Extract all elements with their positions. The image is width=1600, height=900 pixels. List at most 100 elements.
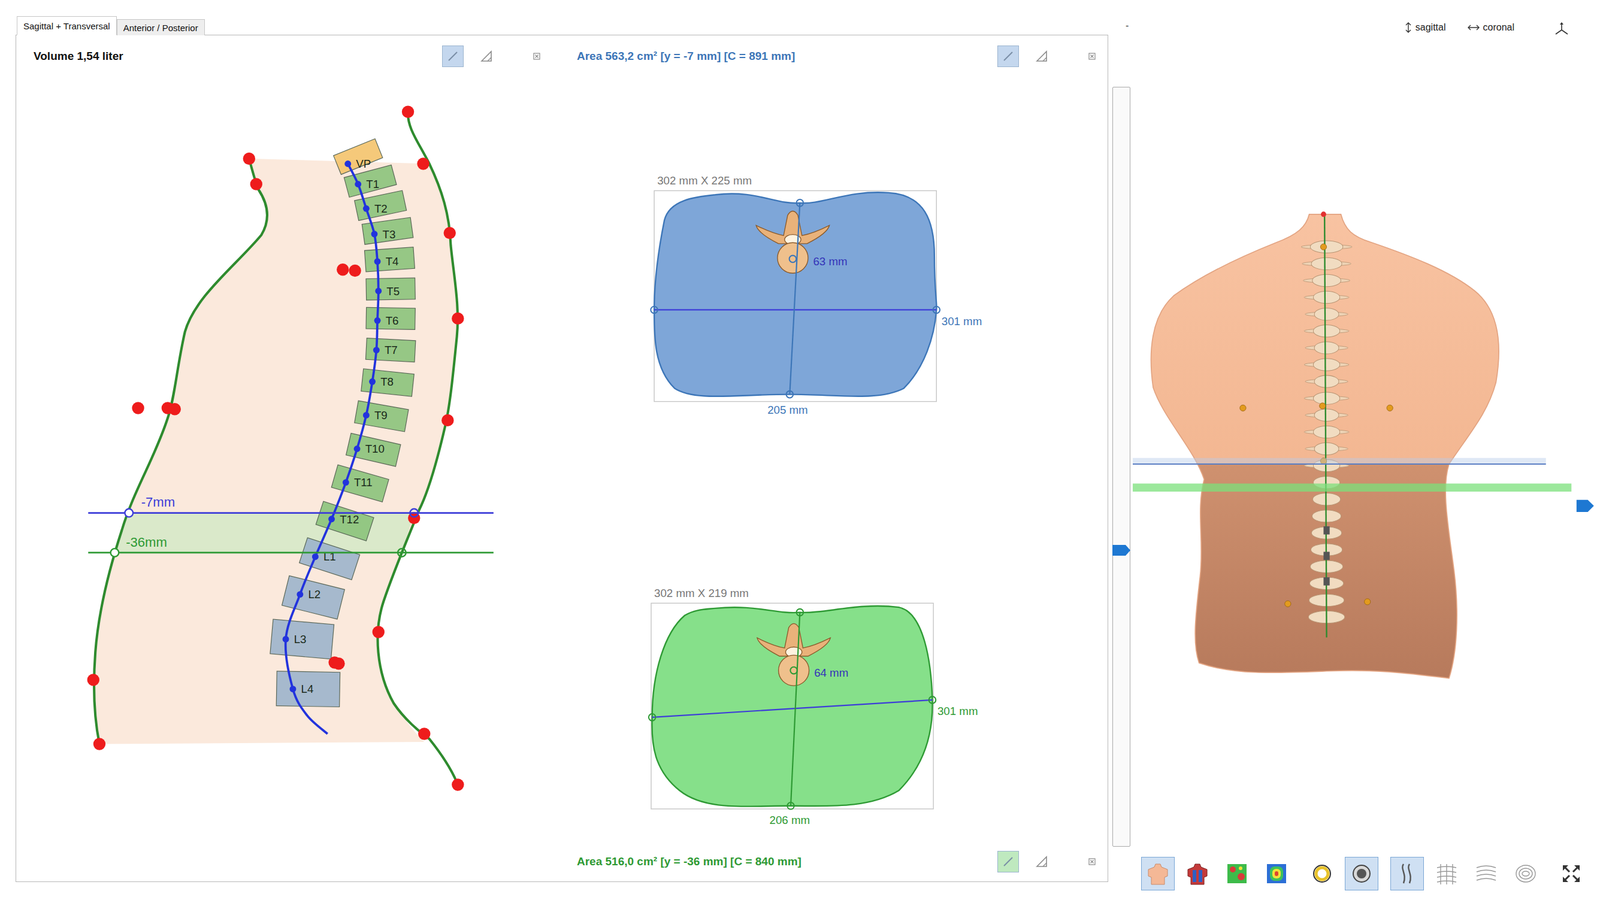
- measure-handle[interactable]: [786, 391, 794, 399]
- vertebra-point[interactable]: [312, 553, 319, 561]
- display-mode-button[interactable]: [1508, 857, 1543, 891]
- vertebra-point[interactable]: [328, 515, 335, 523]
- axes-button[interactable]: [1553, 20, 1571, 38]
- measure-handle[interactable]: [929, 696, 937, 704]
- cut-line[interactable]: [88, 512, 494, 514]
- landmark-point[interactable]: [451, 312, 464, 325]
- vertebra-box[interactable]: [270, 619, 335, 659]
- vertebra-point[interactable]: [344, 160, 352, 168]
- torso-model[interactable]: [1151, 214, 1500, 679]
- cut-handle[interactable]: [397, 548, 407, 558]
- view-toggle[interactable]: sagittal: [1401, 20, 1450, 35]
- measure-handle[interactable]: [790, 667, 798, 675]
- measure-handle[interactable]: [648, 714, 656, 722]
- top-cut-line[interactable]: [1132, 463, 1547, 465]
- landmark-point[interactable]: [332, 657, 345, 670]
- landmark-point[interactable]: [93, 738, 106, 750]
- view-tool-button[interactable]: [1030, 851, 1053, 873]
- landmark-point[interactable]: [336, 263, 349, 276]
- vertebra-box[interactable]: [361, 369, 414, 397]
- level-slider[interactable]: [1109, 61, 1133, 848]
- landmark-point[interactable]: [1386, 404, 1393, 411]
- measure-handle[interactable]: [789, 255, 797, 263]
- measure-handle[interactable]: [796, 609, 804, 617]
- view-tool-button[interactable]: [475, 45, 498, 68]
- vertebra-point[interactable]: [289, 685, 297, 693]
- landmark-point[interactable]: [1319, 403, 1326, 410]
- display-mode-button[interactable]: [1469, 857, 1503, 891]
- view-toggle[interactable]: coronal: [1464, 20, 1518, 35]
- vertebra-point[interactable]: [342, 479, 350, 486]
- measure-handle[interactable]: [932, 306, 940, 314]
- cut-handle[interactable]: [110, 548, 120, 558]
- landmark-point[interactable]: [250, 177, 263, 190]
- cut-plane[interactable]: -36mm: [88, 534, 494, 558]
- display-mode-button[interactable]: [1390, 857, 1424, 891]
- vertebra-point[interactable]: [373, 346, 380, 354]
- vertebra-box[interactable]: [282, 575, 346, 620]
- close-view-button[interactable]: [1084, 854, 1100, 870]
- vertebra-point[interactable]: [369, 378, 376, 386]
- landmark-point[interactable]: [1364, 599, 1371, 606]
- landmark-point[interactable]: [372, 625, 385, 638]
- vertebra-point[interactable]: [374, 317, 381, 325]
- display-mode-button[interactable]: [1305, 857, 1339, 891]
- landmark-point[interactable]: [1284, 600, 1291, 607]
- bottom-cut-plane[interactable]: [1132, 483, 1572, 492]
- vertebra-box[interactable]: [366, 307, 416, 330]
- landmark-point[interactable]: [1239, 404, 1246, 411]
- vertebra-box[interactable]: [365, 338, 416, 363]
- plane-marker[interactable]: [1576, 500, 1595, 513]
- landmark-point[interactable]: [401, 106, 414, 119]
- vertebra-point[interactable]: [363, 412, 370, 419]
- cut-plane[interactable]: -7mm: [88, 494, 494, 517]
- vertebra-point[interactable]: [282, 636, 290, 643]
- display-mode-button[interactable]: [1344, 857, 1379, 891]
- landmark-point[interactable]: [87, 673, 100, 686]
- minimize-label[interactable]: -: [1125, 20, 1129, 32]
- landmark-point[interactable]: [443, 227, 456, 240]
- cut-line[interactable]: [88, 552, 494, 555]
- transversal-canvas[interactable]: 302 mm X 225 mm63 mm301 mm205 mm302 mm X…: [552, 77, 1108, 843]
- tab[interactable]: Anterior / Posterior: [116, 19, 205, 36]
- cut-handle[interactable]: [409, 509, 419, 518]
- landmark-point[interactable]: [1320, 243, 1327, 250]
- landmark-point[interactable]: [1320, 211, 1327, 217]
- cut-handle[interactable]: [124, 509, 133, 518]
- landmark-point[interactable]: [441, 414, 454, 427]
- sagittal-canvas[interactable]: VPT1T2T3T4T5T6T7T8T9T10T11T12L1L2L3L4-7m…: [16, 77, 553, 882]
- display-mode-button[interactable]: [1259, 857, 1294, 891]
- display-mode-button[interactable]: [1220, 857, 1254, 891]
- view-tool-button[interactable]: [1030, 45, 1053, 68]
- measure-handle[interactable]: [650, 306, 658, 314]
- slider-handle[interactable]: [1111, 543, 1132, 558]
- landmark-point[interactable]: [348, 264, 361, 277]
- vertebra-box[interactable]: [366, 277, 416, 301]
- vertebra-point[interactable]: [374, 288, 382, 295]
- display-mode-button[interactable]: [1554, 857, 1589, 891]
- vertebra-point[interactable]: [354, 445, 361, 453]
- vertebra-point[interactable]: [374, 258, 381, 265]
- view-tool-button[interactable]: [997, 45, 1019, 68]
- close-view-button[interactable]: [1084, 49, 1100, 64]
- display-mode-button[interactable]: [1429, 857, 1464, 891]
- vertebra-point[interactable]: [296, 591, 304, 598]
- vertebra-point[interactable]: [363, 205, 370, 213]
- landmark-point[interactable]: [168, 403, 181, 416]
- landmark-point[interactable]: [243, 152, 256, 165]
- vertebra-box[interactable]: [364, 247, 416, 272]
- landmark-point[interactable]: [451, 778, 464, 791]
- vertebra-box[interactable]: [276, 671, 340, 708]
- slider-track[interactable]: [1112, 86, 1131, 848]
- landmark-point[interactable]: [416, 157, 429, 170]
- vertebra-point[interactable]: [371, 230, 378, 238]
- tab[interactable]: Sagittal + Transversal: [16, 16, 117, 36]
- view-tool-button[interactable]: [997, 851, 1019, 873]
- display-mode-button[interactable]: [1141, 857, 1175, 891]
- measure-handle[interactable]: [796, 199, 804, 207]
- model-viewport[interactable]: [1132, 61, 1600, 848]
- measure-handle[interactable]: [787, 802, 795, 810]
- view-tool-button[interactable]: [442, 45, 464, 68]
- close-view-button[interactable]: [529, 49, 544, 64]
- display-mode-button[interactable]: [1180, 857, 1215, 891]
